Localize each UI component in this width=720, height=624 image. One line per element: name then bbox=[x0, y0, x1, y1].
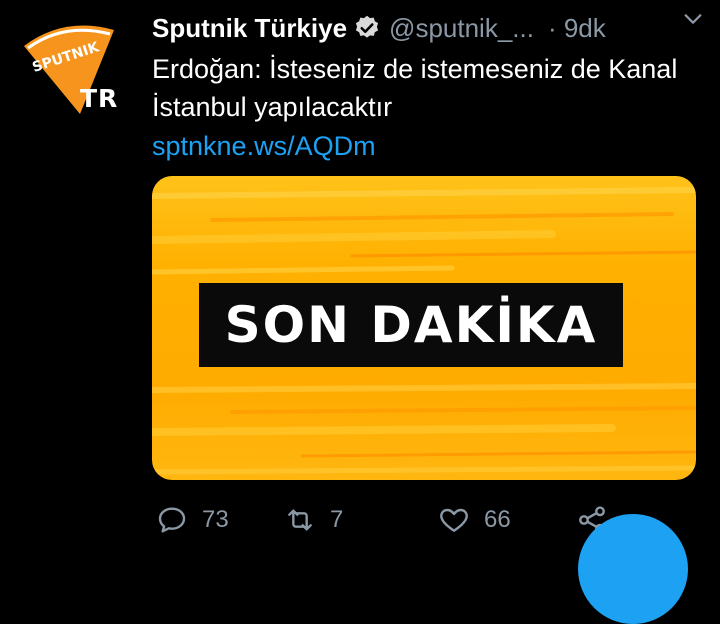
chevron-down-icon[interactable] bbox=[682, 8, 704, 30]
tweet-link[interactable]: sptnkne.ws/AQDm bbox=[152, 127, 376, 165]
retweet-button[interactable]: 7 bbox=[284, 500, 343, 540]
reply-count: 73 bbox=[202, 506, 229, 533]
reply-button[interactable]: 73 bbox=[156, 500, 229, 540]
author-handle[interactable]: @sputnik_... bbox=[389, 13, 534, 44]
like-count: 66 bbox=[484, 506, 511, 533]
compose-tweet-button[interactable] bbox=[578, 514, 688, 624]
avatar-subtext: TR bbox=[80, 84, 119, 113]
reply-icon bbox=[158, 507, 186, 533]
retweet-icon bbox=[288, 509, 312, 531]
author-name[interactable]: Sputnik Türkiye bbox=[152, 13, 347, 44]
banner-text: SON DAKİKA bbox=[224, 296, 598, 354]
retweet-count: 7 bbox=[330, 506, 344, 533]
verified-badge-icon bbox=[355, 15, 379, 38]
heart-icon bbox=[440, 508, 468, 532]
tweet-time[interactable]: · 9dk bbox=[548, 13, 606, 44]
media-card[interactable]: SON DAKİKA bbox=[152, 176, 696, 480]
tweet-actions: 73 7 66 bbox=[156, 500, 616, 540]
tweet-header: Sputnik Türkiye @sputnik_... · 9dk bbox=[152, 10, 712, 46]
like-button[interactable]: 66 bbox=[438, 500, 511, 540]
tweet-text: Erdoğan: İsteseniz de istemeseniz de Kan… bbox=[152, 54, 678, 122]
breaking-news-banner: SON DAKİKA bbox=[199, 283, 623, 367]
